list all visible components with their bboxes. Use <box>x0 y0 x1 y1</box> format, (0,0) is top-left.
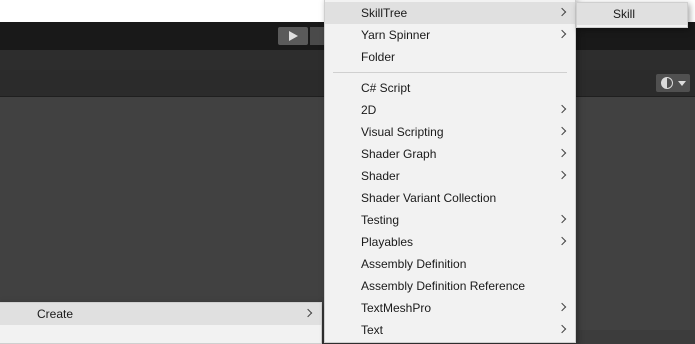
menu-item-assembly-definition[interactable]: Assembly Definition <box>325 253 575 275</box>
menu-item-label: Assembly Definition <box>361 257 467 271</box>
menu-item-shader[interactable]: Shader <box>325 165 575 187</box>
menu-item-label: SkillTree <box>361 6 408 20</box>
menu-item-skill[interactable]: Skill <box>577 3 687 25</box>
menu-item-shader-graph[interactable]: Shader Graph <box>325 143 575 165</box>
menu-item-playables[interactable]: Playables <box>325 231 575 253</box>
context-menu: Create <box>0 302 322 344</box>
menu-item-assembly-definition-reference[interactable]: Assembly Definition Reference <box>325 275 575 297</box>
chevron-right-icon <box>557 170 567 180</box>
create-submenu: SkillTree Yarn Spinner Folder C# Script 2D V… <box>324 0 576 343</box>
menu-item-label: Visual Scripting <box>361 125 444 139</box>
menu-item-testing[interactable]: Testing <box>325 209 575 231</box>
menu-item-label: TextMeshPro <box>361 301 432 315</box>
menu-item-label: Testing <box>361 213 400 227</box>
menu-item-2d[interactable]: 2D <box>325 99 575 121</box>
menu-item-yarn-spinner[interactable]: Yarn Spinner <box>325 24 575 46</box>
menu-item-label: Playables <box>361 235 414 249</box>
chevron-right-icon <box>557 148 567 158</box>
skilltree-submenu: Skill <box>576 2 688 28</box>
menu-item-text[interactable]: Text <box>325 319 575 341</box>
menu-item-label: Yarn Spinner <box>361 28 431 42</box>
chevron-right-icon <box>557 104 567 114</box>
menu-item-label: Shader Variant Collection <box>361 191 497 205</box>
menu-item-label: Assembly Definition Reference <box>361 279 526 293</box>
menu-item-label: Create <box>37 307 74 321</box>
menu-item-label: Skill <box>613 7 636 21</box>
menu-item-c-script[interactable]: C# Script <box>325 77 575 99</box>
menu-item-label: 2D <box>361 103 377 117</box>
chevron-right-icon <box>303 308 313 318</box>
pause-button[interactable] <box>310 27 324 45</box>
menu-item-textmeshpro[interactable]: TextMeshPro <box>325 297 575 319</box>
menu-item-label: Folder <box>361 50 396 64</box>
chevron-right-icon <box>557 7 567 17</box>
menu-item-label: Shader Graph <box>361 147 437 161</box>
menu-item-folder[interactable]: Folder <box>325 46 575 68</box>
menu-item-label: Shader <box>361 169 400 183</box>
gizmo-sphere-icon <box>661 77 673 89</box>
chevron-right-icon <box>557 126 567 136</box>
gizmos-dropdown-button[interactable] <box>656 74 690 92</box>
chevron-right-icon <box>557 324 567 334</box>
play-button[interactable] <box>278 27 308 45</box>
menu-item-label: Text <box>361 323 384 337</box>
caret-down-icon <box>678 81 686 86</box>
menu-item-create[interactable]: Create <box>0 303 321 325</box>
menu-item-shader-variant-collection[interactable]: Shader Variant Collection <box>325 187 575 209</box>
menu-item-skilltree[interactable]: SkillTree <box>325 2 575 24</box>
menu-item-visual-scripting[interactable]: Visual Scripting <box>325 121 575 143</box>
chevron-right-icon <box>557 29 567 39</box>
chevron-right-icon <box>557 236 567 246</box>
chevron-right-icon <box>557 302 567 312</box>
menu-item-label: C# Script <box>361 81 411 95</box>
chevron-right-icon <box>557 214 567 224</box>
menu-separator <box>333 72 567 73</box>
